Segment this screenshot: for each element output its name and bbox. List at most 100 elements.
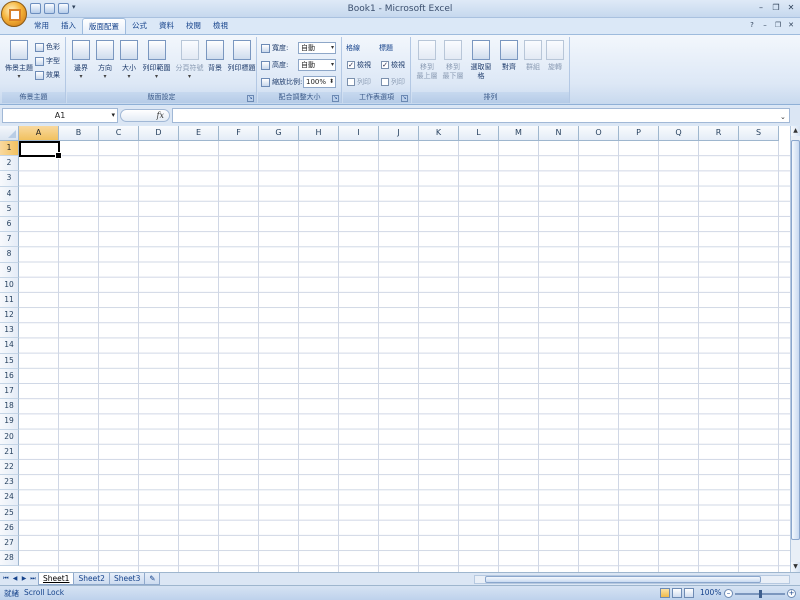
row-header-15[interactable]: 15 <box>0 353 19 369</box>
column-header-o[interactable]: O <box>579 126 619 141</box>
gridlines-view-checkbox[interactable]: ✓ 檢視 <box>347 60 371 70</box>
page-setup-button-1[interactable]: 方向 ▾ <box>93 40 117 80</box>
arrange-button-3[interactable]: 對齊 <box>496 40 522 72</box>
column-header-m[interactable]: M <box>499 126 539 141</box>
column-header-i[interactable]: I <box>339 126 379 141</box>
row-header-18[interactable]: 18 <box>0 399 19 415</box>
insert-sheet-icon[interactable]: ✎ <box>144 573 161 585</box>
page-setup-button-3[interactable]: 列印範圍 ▾ <box>140 40 173 80</box>
row-header-16[interactable]: 16 <box>0 368 19 384</box>
horizontal-scrollbar[interactable] <box>474 575 790 584</box>
tab-1[interactable]: 插入 <box>55 18 82 34</box>
scale-launcher[interactable]: ↘ <box>332 95 339 102</box>
restore-button[interactable]: ❐ <box>769 2 783 14</box>
workbook-restore-button[interactable]: ❐ <box>773 20 783 30</box>
zoom-level[interactable]: 100% <box>700 588 721 597</box>
expand-formula-bar-icon[interactable]: ⌄ <box>780 113 788 124</box>
column-header-r[interactable]: R <box>699 126 739 141</box>
row-header-22[interactable]: 22 <box>0 459 19 476</box>
tab-2[interactable]: 版面配置 <box>82 18 126 34</box>
row-header-9[interactable]: 9 <box>0 262 19 278</box>
height-dropdown[interactable]: 自動 ▾ <box>298 59 336 71</box>
workbook-minimize-button[interactable]: – <box>760 20 770 30</box>
column-header-e[interactable]: E <box>179 126 219 141</box>
select-all-button[interactable] <box>0 126 19 141</box>
page-setup-button-4[interactable]: 分頁符號 ▾ <box>173 40 206 80</box>
gridlines-print-checkbox[interactable]: 列印 <box>347 77 371 87</box>
column-header-s[interactable]: S <box>739 126 779 141</box>
row-header-17[interactable]: 17 <box>0 384 19 400</box>
arrange-button-2[interactable]: 選取窗格 <box>468 40 494 81</box>
row-header-25[interactable]: 25 <box>0 505 19 521</box>
row-header-3[interactable]: 3 <box>0 171 19 187</box>
column-header-j[interactable]: J <box>379 126 419 141</box>
row-header-14[interactable]: 14 <box>0 338 19 354</box>
row-header-28[interactable]: 28 <box>0 551 19 567</box>
column-header-k[interactable]: K <box>419 126 459 141</box>
scroll-down-icon[interactable]: ▼ <box>791 562 800 572</box>
column-header-f[interactable]: F <box>219 126 259 141</box>
column-header-q[interactable]: Q <box>659 126 699 141</box>
page-setup-button-5[interactable]: 背景 <box>203 40 227 73</box>
theme-colors-button[interactable]: 色彩 <box>35 41 60 53</box>
sheet-tab-sheet3[interactable]: Sheet3 <box>108 573 146 585</box>
minimize-button[interactable]: – <box>754 2 768 14</box>
first-sheet-icon[interactable]: ⏮ <box>2 574 10 584</box>
arrange-button-5[interactable]: 旋轉 <box>542 40 568 72</box>
close-button[interactable]: ✕ <box>784 2 798 14</box>
zoom-out-icon[interactable]: – <box>724 589 733 598</box>
row-header-5[interactable]: 5 <box>0 201 19 217</box>
row-header-21[interactable]: 21 <box>0 444 19 460</box>
row-header-27[interactable]: 27 <box>0 535 19 552</box>
row-header-1[interactable]: 1 <box>0 141 19 157</box>
scroll-up-icon[interactable]: ▲ <box>791 126 800 136</box>
column-header-g[interactable]: G <box>259 126 299 141</box>
tab-3[interactable]: 公式 <box>126 18 153 34</box>
tab-5[interactable]: 校閱 <box>180 18 207 34</box>
row-header-19[interactable]: 19 <box>0 414 19 430</box>
width-dropdown[interactable]: 自動 ▾ <box>298 42 336 54</box>
arrange-button-0[interactable]: 移到 最上層 <box>414 40 440 81</box>
column-header-p[interactable]: P <box>619 126 659 141</box>
page-setup-launcher[interactable]: ↘ <box>247 95 254 102</box>
zoom-in-icon[interactable]: + <box>787 589 796 598</box>
scale-spinner[interactable]: 100% ⬍ <box>303 76 336 88</box>
tab-6[interactable]: 檢視 <box>207 18 234 34</box>
column-header-a[interactable]: A <box>19 126 59 141</box>
page-setup-button-2[interactable]: 大小 ▾ <box>117 40 141 80</box>
column-header-b[interactable]: B <box>59 126 99 141</box>
row-header-12[interactable]: 12 <box>0 308 19 324</box>
tab-4[interactable]: 資料 <box>153 18 180 34</box>
column-header-l[interactable]: L <box>459 126 499 141</box>
headings-view-checkbox[interactable]: ✓ 檢視 <box>381 60 405 70</box>
row-header-20[interactable]: 20 <box>0 429 19 445</box>
row-header-26[interactable]: 26 <box>0 520 19 536</box>
insert-function-icon[interactable]: fx <box>157 110 164 122</box>
row-header-4[interactable]: 4 <box>0 186 19 202</box>
page-setup-button-6[interactable]: 列印標題 <box>225 40 258 73</box>
page-break-view-icon[interactable] <box>684 588 694 598</box>
zoom-slider[interactable] <box>735 589 785 598</box>
next-sheet-icon[interactable]: ▶ <box>20 574 28 584</box>
column-header-n[interactable]: N <box>539 126 579 141</box>
themes-button[interactable]: 佈景主題 ▾ <box>4 40 34 80</box>
help-icon[interactable]: ? <box>747 20 757 30</box>
arrange-button-1[interactable]: 移到 最下層 <box>440 40 466 81</box>
active-cell-a1[interactable] <box>19 141 62 159</box>
cells[interactable] <box>19 141 790 572</box>
formula-input[interactable]: ⌄ <box>172 108 790 123</box>
headings-print-checkbox[interactable]: 列印 <box>381 77 405 87</box>
sheet-options-launcher[interactable]: ↘ <box>401 95 408 102</box>
row-header-11[interactable]: 11 <box>0 292 19 309</box>
prev-sheet-icon[interactable]: ◀ <box>11 574 19 584</box>
row-header-13[interactable]: 13 <box>0 323 19 339</box>
row-header-10[interactable]: 10 <box>0 277 19 293</box>
row-header-7[interactable]: 7 <box>0 232 19 248</box>
normal-view-icon[interactable] <box>660 588 670 598</box>
office-button[interactable] <box>1 1 27 27</box>
vertical-scrollbar[interactable]: ▲ ▼ <box>790 126 800 572</box>
theme-effects-button[interactable]: 效果 <box>35 69 60 81</box>
tab-0[interactable]: 常用 <box>28 18 55 34</box>
column-header-d[interactable]: D <box>139 126 179 141</box>
page-layout-view-icon[interactable] <box>672 588 682 598</box>
